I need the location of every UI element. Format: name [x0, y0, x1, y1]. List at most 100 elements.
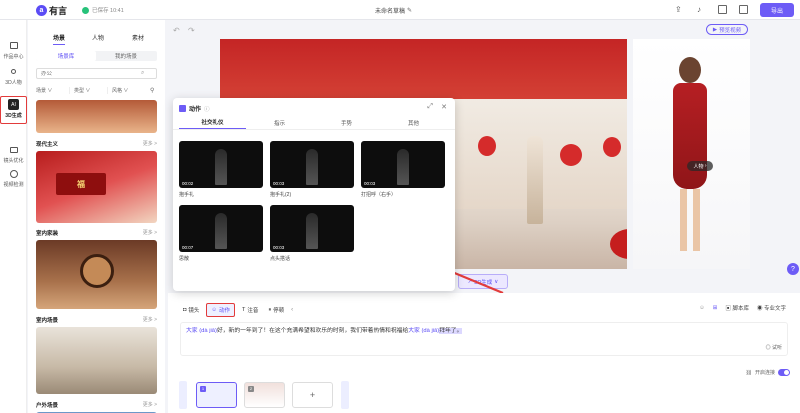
filter-icon[interactable]: ⚲	[150, 87, 154, 94]
category-label: 室内家装	[36, 231, 59, 237]
banner-image: 福	[56, 173, 106, 195]
filter-scene[interactable]: 场景 ∨	[36, 87, 70, 94]
camera-tool[interactable]: ◘ 镜头	[180, 304, 202, 316]
preview-video-button[interactable]: ▶ 预览视频	[706, 24, 748, 35]
grid-icon[interactable]: ⊞	[713, 305, 718, 311]
tab-person[interactable]: 人物	[92, 33, 104, 42]
camera-icon	[8, 144, 19, 155]
person-icon	[8, 66, 19, 77]
editor-right-tools: ☺ ⊞ ▣ 脚本库 ◉ 专业文字	[699, 304, 786, 312]
export-button[interactable]: 导出	[760, 3, 794, 17]
app-logo: a 有言	[36, 4, 67, 17]
bell-icon[interactable]: ♪	[697, 5, 701, 14]
action-clip[interactable]: 00:03	[270, 205, 354, 252]
scene-card[interactable]	[36, 100, 157, 133]
pro-text-button[interactable]: ◉ 专业文字	[757, 304, 786, 312]
more-link[interactable]: 更多 >	[143, 316, 157, 323]
edit-icon[interactable]: ✎	[407, 7, 412, 14]
character-leg	[693, 189, 700, 251]
action-clip[interactable]: 00:03	[361, 141, 445, 188]
pause-icon: ⏸	[268, 306, 272, 313]
expand-icon[interactable]: ⤢	[427, 103, 433, 111]
upload-icon[interactable]: ⇪	[675, 5, 682, 14]
search-field[interactable]: ⌕	[36, 68, 157, 79]
tab-scene[interactable]: 场景	[53, 33, 66, 45]
script-textarea[interactable]: 大家 (dà jiā)好，新的一年到了！在这个充满希望和欢乐的时刻，我们带着热情…	[180, 322, 788, 356]
filter-type[interactable]: 类型 ∨	[74, 87, 108, 94]
lantern-decor	[603, 137, 621, 157]
save-status: 已保存 10:41	[82, 6, 124, 14]
clip-label: 抱手礼	[179, 192, 195, 198]
timeline-start-marker[interactable]	[179, 381, 187, 409]
clip-label: 抱手礼(2)	[270, 192, 292, 198]
rail-item-3d-gen[interactable]: AI 3D生成	[0, 96, 27, 124]
pause-tool[interactable]: ⏸ 停顿	[265, 304, 287, 316]
more-link[interactable]: 更多 >	[143, 229, 157, 236]
toggle-switch[interactable]	[778, 369, 790, 376]
timeline-clip[interactable]: 2	[244, 382, 285, 408]
scene-panel: 场景 人物 素材 场景库 我的场景 ⌕ 场景 ∨ 类型 ∨ 风格 ∨ ⚲ 现代主…	[28, 20, 165, 413]
logo-text: 有言	[49, 6, 68, 16]
presenter-figure	[215, 213, 227, 249]
lantern-decor	[478, 136, 496, 156]
filter-style[interactable]: 风格 ∨	[112, 87, 146, 94]
more-link[interactable]: 更多 >	[143, 401, 157, 408]
tab-gesture[interactable]: 手势	[313, 119, 380, 129]
person-tag[interactable]: 人物 ›	[687, 161, 713, 171]
undo-icon[interactable]: ↶	[173, 26, 180, 35]
mannequin-figure	[527, 136, 543, 224]
camera-icon: ◘	[183, 307, 187, 313]
search-input[interactable]	[41, 70, 141, 77]
action-clip[interactable]: 00:02	[179, 141, 263, 188]
script-library-button[interactable]: ▣ 脚本库	[725, 304, 749, 312]
rail-item-camera[interactable]: 镜头优化	[0, 144, 27, 164]
character-dress	[673, 83, 707, 189]
listen-button[interactable]: ◎ 试听	[766, 344, 782, 352]
scene-subtabs: 场景库 我的场景	[36, 51, 157, 61]
action-clip[interactable]: 00:03	[270, 141, 354, 188]
tab-pointing[interactable]: 指示	[246, 119, 313, 129]
logo-icon: a	[36, 5, 47, 16]
download-icon[interactable]	[739, 5, 748, 14]
timeline-end-marker[interactable]	[341, 381, 349, 409]
more-link[interactable]: 更多 >	[143, 140, 157, 147]
rail-item-3d-person[interactable]: 3D人物	[0, 66, 27, 86]
add-clip-button[interactable]: +	[292, 382, 333, 408]
text-icon: T	[241, 307, 246, 313]
action-tool[interactable]: ☺ 动作	[206, 303, 235, 317]
share-icon[interactable]	[718, 5, 727, 14]
tab-divider	[173, 129, 455, 130]
scene-card[interactable]	[36, 327, 157, 394]
link-toggle[interactable]: ⛓ 开启连接	[746, 369, 790, 376]
link-icon: ⛓	[745, 369, 752, 376]
top-bar: a 有言 已保存 10:41 未命名草稿 ✎ ⇪ ♪ 导出	[0, 0, 800, 20]
doc-title[interactable]: 未命名草稿 ✎	[375, 6, 412, 15]
tab-material[interactable]: 素材	[132, 33, 144, 42]
chevron-left-icon[interactable]: ‹	[291, 307, 293, 313]
subtab-mine[interactable]: 我的场景	[96, 52, 156, 60]
action-icon	[179, 105, 186, 112]
scene-card[interactable]: 福	[36, 151, 157, 223]
action-clip[interactable]: 00:07	[179, 205, 263, 252]
category-label: 户外场景	[36, 403, 59, 409]
lantern-decor	[560, 144, 582, 166]
help-icon[interactable]: ?	[787, 263, 799, 275]
left-rail: 作品中心 3D人物 AI 3D生成 镜头优化 视频检测	[0, 20, 27, 413]
scene-card[interactable]	[36, 240, 157, 309]
character-head	[679, 57, 701, 83]
phonetic-tool[interactable]: T 注音	[239, 304, 261, 316]
tab-social-etiquette[interactable]: 社交礼仪	[179, 118, 246, 129]
timeline-clip[interactable]: 1	[196, 382, 237, 408]
emoji-icon[interactable]: ☺	[699, 305, 705, 311]
action-dialog: 动作 ⓘ ⤢ ✕ 社交礼仪 指示 手势 其他 00:02 抱手礼 00:03 抱…	[173, 98, 455, 291]
tab-other[interactable]: 其他	[380, 119, 447, 129]
subtab-library[interactable]: 场景库	[36, 51, 96, 61]
rail-item-detect[interactable]: 视频检测	[0, 168, 27, 188]
character-preview[interactable]: 人物 ›	[633, 39, 750, 269]
folder-icon	[8, 40, 19, 51]
ai-icon: AI	[8, 99, 19, 110]
close-icon[interactable]: ✕	[441, 103, 447, 111]
redo-icon[interactable]: ↷	[188, 26, 195, 35]
rail-item-works[interactable]: 作品中心	[0, 40, 27, 60]
info-icon[interactable]: ⓘ	[204, 105, 210, 113]
